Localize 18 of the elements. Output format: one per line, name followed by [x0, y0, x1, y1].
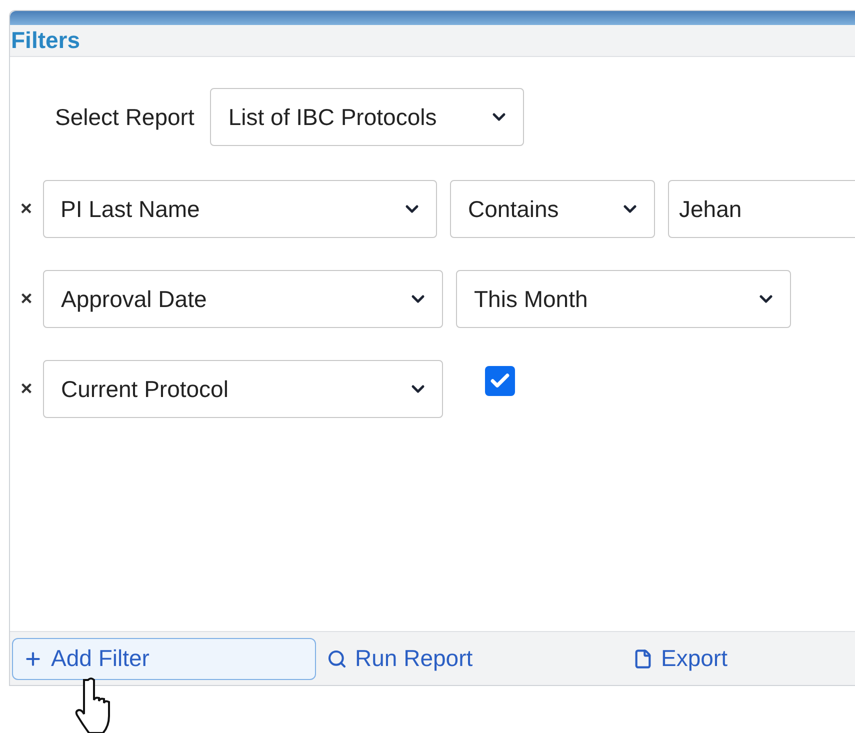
export-button[interactable]: Export	[622, 638, 855, 680]
select-report-label: Select Report	[55, 102, 194, 132]
field-select[interactable]: Approval Date	[43, 270, 443, 328]
add-filter-button[interactable]: Add Filter	[12, 638, 316, 680]
search-icon	[327, 648, 347, 668]
remove-filter-button[interactable]: ×	[10, 284, 43, 314]
remove-filter-button[interactable]: ×	[10, 194, 42, 224]
operator-select[interactable]: Contains	[450, 180, 655, 238]
document-icon	[633, 648, 653, 668]
remove-filter-button[interactable]: ×	[10, 374, 43, 404]
operator-select[interactable]: This Month	[456, 270, 791, 328]
report-select[interactable]: List of IBC Protocols	[210, 88, 524, 146]
run-report-button[interactable]: Run Report	[316, 638, 622, 680]
value-field[interactable]: Jehan	[668, 180, 855, 238]
panel-title: Filters	[11, 26, 80, 56]
checkbox[interactable]	[485, 366, 515, 396]
field-select[interactable]: PI Last Name	[42, 180, 437, 238]
field-select[interactable]: Current Protocol	[43, 360, 443, 418]
